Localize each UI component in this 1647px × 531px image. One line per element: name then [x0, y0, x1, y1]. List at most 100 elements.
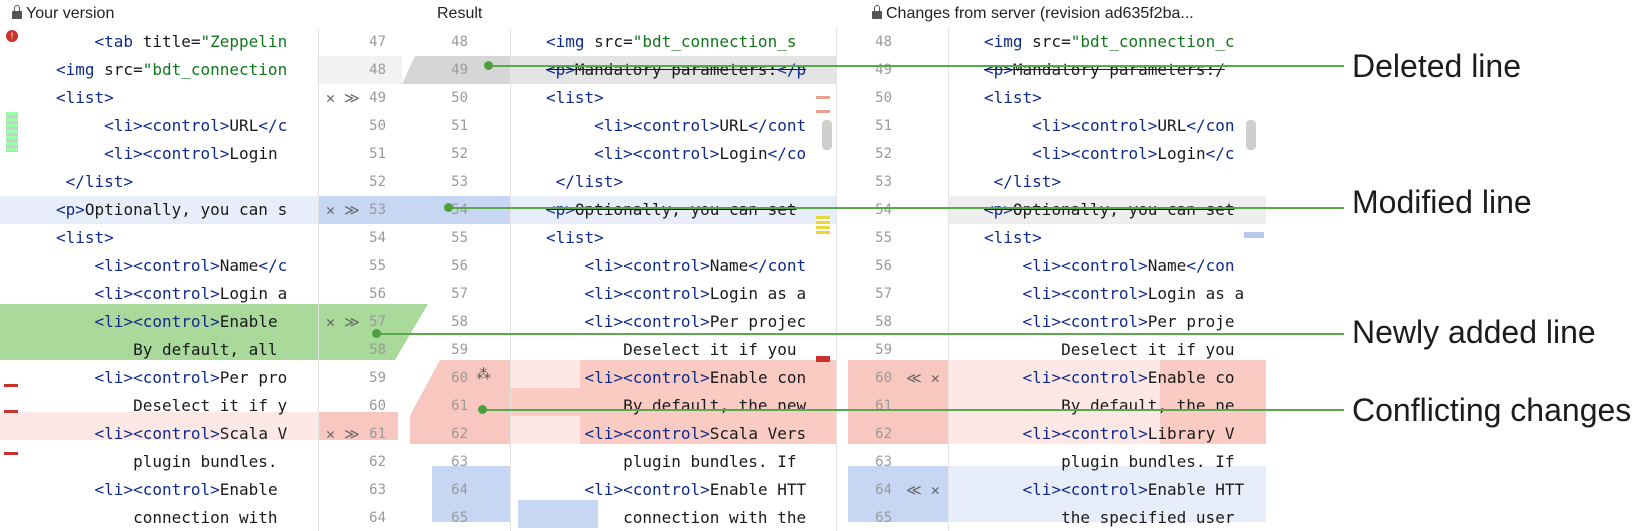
code-line: <list>	[546, 228, 604, 247]
code-line: <img src="bdt_connection_c	[984, 32, 1235, 51]
magic-wand-icon[interactable]: ⁂	[476, 360, 491, 388]
left-code-pane[interactable]: <tab title="Zeppelin <img src="bdt_connec…	[56, 28, 318, 531]
line-number: 50	[875, 90, 892, 106]
code-line: <li><control>Enable	[94, 312, 288, 331]
code-line: </list>	[65, 172, 134, 191]
right-panel-header: Changes from server (revision ad635f2ba.…	[872, 0, 1194, 28]
code-line: By default, the new	[546, 396, 807, 415]
added-line-label: Newly added line	[1352, 314, 1596, 350]
line-number: 49	[875, 62, 892, 78]
code-line: <img src="bdt_connection_s	[546, 32, 797, 51]
line-number: 54	[875, 202, 892, 218]
code-line: <p>Mandatory parameters:/	[984, 60, 1225, 79]
line-number: 50	[369, 118, 386, 134]
lock-icon	[872, 5, 882, 19]
code-line: <list>	[56, 228, 114, 247]
result-panel-header: Result	[437, 5, 483, 22]
line-number: 57	[451, 286, 468, 302]
line-number: 49	[451, 62, 468, 78]
code-line: Deselect it if you	[984, 340, 1235, 359]
left-panel-header: Your version	[12, 0, 114, 28]
line-number: 65	[875, 510, 892, 526]
modified-line-label: Modified line	[1352, 184, 1532, 220]
merge-action-button[interactable]: ✕ ≫	[326, 84, 360, 112]
line-number: 58	[451, 314, 468, 330]
line-number: 55	[369, 258, 386, 274]
code-line: <li><control>Login</c	[1032, 144, 1235, 163]
line-number: 56	[451, 258, 468, 274]
code-line: <li><control>Login a	[94, 284, 288, 303]
scroll-thumb[interactable]	[6, 112, 18, 152]
line-number: 52	[451, 146, 468, 162]
deleted-line-label: Deleted line	[1352, 48, 1521, 84]
line-number: 64	[451, 482, 468, 498]
code-line: plugin bundles. If	[984, 452, 1235, 471]
line-number: 48	[451, 34, 468, 50]
line-number: 59	[451, 342, 468, 358]
result-code-pane[interactable]: <img src="bdt_connection_s <p>Mandatory p…	[546, 28, 836, 531]
code-line: <li><control>Login	[104, 144, 278, 163]
merge-action-button[interactable]: ≪ ✕	[906, 364, 940, 392]
code-line: connection with the	[546, 508, 807, 527]
line-number: 65	[451, 510, 468, 526]
code-line: connection with	[56, 508, 278, 527]
code-line: <li><control>Enable	[94, 480, 288, 499]
line-number: 56	[875, 258, 892, 274]
change-marker	[816, 110, 830, 113]
code-line: <li><control>URL</cont	[594, 116, 807, 135]
line-number: 60	[875, 370, 892, 386]
code-line: <li><control>Per proje	[1022, 312, 1235, 331]
conflict-marker	[4, 384, 18, 387]
code-line: <list>	[546, 88, 604, 107]
merge-action-button[interactable]: ≪ ✕	[906, 476, 940, 504]
line-number: 64	[875, 482, 892, 498]
line-number: 51	[451, 118, 468, 134]
line-number: 48	[369, 62, 386, 78]
change-marker	[816, 96, 830, 99]
code-line: plugin bundles. If	[546, 452, 797, 471]
merge-action-button[interactable]: ✕ ≫	[326, 308, 360, 336]
merge-action-button[interactable]: ✕ ≫	[326, 420, 360, 448]
line-number: 60	[369, 398, 386, 414]
line-number: 55	[451, 230, 468, 246]
line-number: 62	[875, 426, 892, 442]
code-line: <p>Mandatory parameters:</p	[546, 60, 807, 79]
code-line: <li><control>Name</c	[94, 256, 288, 275]
code-line: <li><control>Login as a	[1022, 284, 1245, 303]
code-line: <li><control>Name</con	[1022, 256, 1235, 275]
separator	[510, 28, 511, 531]
line-number: 52	[875, 146, 892, 162]
line-number: 63	[451, 454, 468, 470]
code-line: <img src="bdt_connection	[56, 60, 288, 79]
code-line: </list>	[993, 172, 1062, 191]
code-line: <li><control>Name</cont	[584, 256, 807, 275]
line-number: 61	[451, 398, 468, 414]
scroll-thumb[interactable]	[1246, 120, 1256, 150]
line-number: 62	[369, 454, 386, 470]
right-code-pane[interactable]: <img src="bdt_connection_c <p>Mandatory p…	[984, 28, 1266, 531]
code-line: Deselect it if y	[56, 396, 288, 415]
line-number: 53	[451, 174, 468, 190]
line-number: 63	[369, 482, 386, 498]
merge-action-button[interactable]: ✕ ≫	[326, 196, 360, 224]
code-line: <li><control>URL</con	[1032, 116, 1235, 135]
line-number: 52	[369, 174, 386, 190]
code-line: <li><control>Enable HTT	[1022, 480, 1245, 499]
code-line: <p>Optionally, you can set	[984, 200, 1235, 219]
conflict-marker	[4, 452, 18, 455]
line-number: 51	[875, 118, 892, 134]
conflict-marker	[4, 410, 18, 413]
scroll-thumb[interactable]	[822, 120, 832, 150]
line-number: 58	[875, 314, 892, 330]
line-number: 55	[875, 230, 892, 246]
code-line: </list>	[555, 172, 624, 191]
line-number: 60	[451, 370, 468, 386]
lock-icon	[12, 5, 22, 19]
line-number: 59	[369, 370, 386, 386]
code-line: <li><control>Enable co	[1022, 368, 1235, 387]
line-number: 63	[875, 454, 892, 470]
conflict-label: Conflicting changes	[1352, 392, 1632, 428]
code-line: <li><control>Enable HTT	[584, 480, 807, 499]
code-line: <list>	[984, 88, 1042, 107]
code-line: <list>	[984, 228, 1042, 247]
